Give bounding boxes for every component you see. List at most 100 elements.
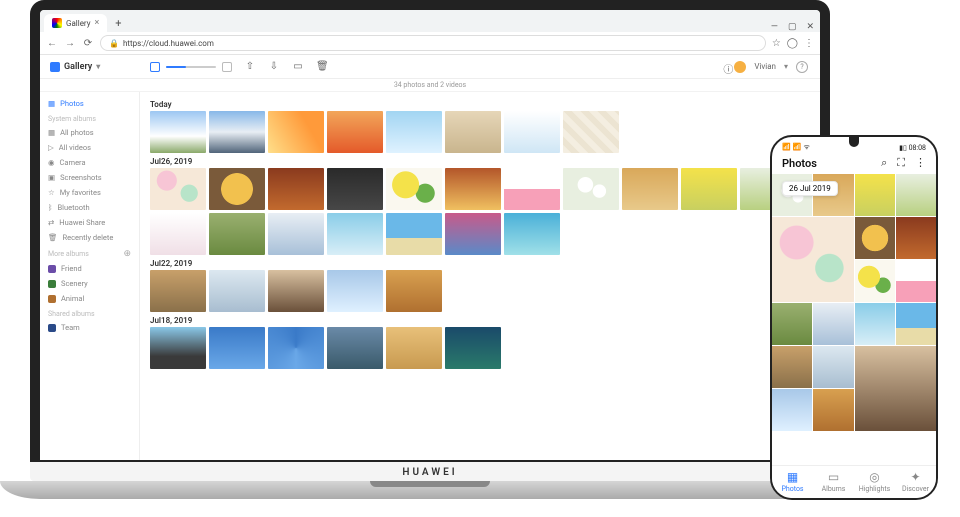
sidebar-item-favorites[interactable]: ☆My favorites — [40, 185, 139, 200]
browser-tab[interactable]: Gallery × — [44, 14, 107, 32]
bluetooth-icon: ᛒ — [48, 203, 53, 212]
account-icon[interactable]: ◯ — [787, 38, 798, 49]
photo-thumbnail[interactable] — [327, 213, 383, 255]
sidebar-item-huawei-share[interactable]: ⇄Huawei Share — [40, 215, 139, 230]
window-minimize-icon[interactable]: — — [771, 22, 778, 32]
photo-thumbnail[interactable] — [386, 168, 442, 210]
photo-thumbnail[interactable] — [813, 346, 853, 388]
view-list-icon[interactable] — [150, 62, 160, 72]
photo-thumbnail[interactable] — [681, 168, 737, 210]
photo-thumbnail[interactable] — [327, 327, 383, 369]
photo-thumbnail[interactable] — [813, 389, 853, 431]
photo-thumbnail[interactable] — [209, 168, 265, 210]
photo-thumbnail[interactable] — [855, 303, 895, 345]
photo-thumbnail[interactable] — [386, 111, 442, 153]
photo-thumbnail[interactable] — [268, 111, 324, 153]
delete-icon[interactable]: 🗑 — [316, 61, 328, 73]
photo-thumbnail[interactable] — [268, 270, 324, 312]
photo-thumbnail[interactable] — [386, 213, 442, 255]
laptop-base — [0, 481, 860, 499]
bookmark-icon[interactable]: ☆ — [772, 38, 781, 49]
sidebar-item-all-videos[interactable]: ▷All videos — [40, 140, 139, 155]
photo-thumbnail[interactable] — [772, 346, 812, 388]
photo-thumbnail[interactable] — [504, 168, 560, 210]
photo-thumbnail[interactable] — [386, 327, 442, 369]
sidebar-item-recently-deleted[interactable]: 🗑Recently delete — [40, 230, 139, 245]
photo-thumbnail[interactable] — [563, 111, 619, 153]
nav-back-icon[interactable]: ← — [46, 38, 58, 49]
photo-thumbnail[interactable] — [209, 213, 265, 255]
nav-forward-icon[interactable]: → — [64, 38, 76, 49]
photo-thumbnail[interactable] — [150, 111, 206, 153]
photo-thumbnail[interactable] — [813, 303, 853, 345]
photo-thumbnail[interactable] — [772, 389, 812, 431]
new-tab-button[interactable]: + — [109, 14, 127, 32]
photo-thumbnail[interactable] — [268, 327, 324, 369]
photo-thumbnail[interactable] — [855, 174, 895, 216]
photo-thumbnail[interactable] — [855, 217, 895, 259]
photo-thumbnail[interactable] — [896, 174, 936, 216]
nav-discover[interactable]: ✦ Discover — [895, 466, 936, 498]
photo-thumbnail[interactable] — [772, 303, 812, 345]
browser-menu-icon[interactable]: ⋮ — [804, 38, 814, 49]
more-icon[interactable]: ⋮ — [915, 156, 926, 170]
photo-thumbnail[interactable] — [150, 327, 206, 369]
photo-thumbnail[interactable] — [150, 213, 206, 255]
sidebar-item-camera[interactable]: ◉Camera — [40, 155, 139, 170]
help-icon[interactable]: ? — [796, 61, 808, 73]
nav-photos[interactable]: ▦ Photos — [772, 466, 813, 498]
sidebar-item-photos[interactable]: ▦ Photos — [40, 96, 139, 111]
photo-thumbnail[interactable] — [896, 303, 936, 345]
photo-thumbnail[interactable] — [327, 168, 383, 210]
photo-thumbnail[interactable] — [268, 168, 324, 210]
sidebar-item-all-photos[interactable]: ▦All photos — [40, 125, 139, 140]
app-title-area[interactable]: Gallery ▾ — [40, 62, 140, 72]
photo-thumbnail[interactable] — [896, 260, 936, 302]
window-close-icon[interactable]: ✕ — [806, 22, 814, 32]
sidebar-item-animal[interactable]: Animal — [40, 291, 139, 306]
photo-thumbnail[interactable] — [445, 168, 501, 210]
photo-thumbnail[interactable] — [622, 168, 678, 210]
map-icon[interactable]: ⛶ — [897, 156, 905, 170]
photo-thumbnail[interactable] — [855, 346, 937, 431]
photo-thumbnail[interactable] — [209, 111, 265, 153]
sidebar-item-scenery[interactable]: Scenery — [40, 276, 139, 291]
sidebar-item-bluetooth[interactable]: ᛒBluetooth — [40, 200, 139, 215]
sidebar-item-friend[interactable]: Friend — [40, 261, 139, 276]
photo-thumbnail[interactable] — [504, 111, 560, 153]
sidebar-item-team[interactable]: Team — [40, 320, 139, 335]
photo-thumbnail[interactable] — [855, 260, 895, 302]
search-icon[interactable]: ⌕ — [881, 156, 887, 170]
photo-thumbnail[interactable] — [209, 327, 265, 369]
photo-thumbnail[interactable] — [445, 213, 501, 255]
photo-thumbnail[interactable] — [445, 111, 501, 153]
photo-thumbnail[interactable] — [268, 213, 324, 255]
window-maximize-icon[interactable]: ▢ — [788, 22, 797, 32]
nav-reload-icon[interactable]: ⟳ — [82, 38, 94, 49]
move-icon[interactable]: ▭ — [292, 61, 304, 73]
photo-thumbnail[interactable] — [327, 111, 383, 153]
photo-thumbnail[interactable] — [563, 168, 619, 210]
photo-thumbnail[interactable] — [150, 270, 206, 312]
photo-thumbnail[interactable] — [772, 217, 854, 302]
sidebar-item-screenshots[interactable]: ▣Screenshots — [40, 170, 139, 185]
photo-thumbnail[interactable] — [209, 270, 265, 312]
nav-highlights[interactable]: ◎ Highlights — [854, 466, 895, 498]
add-album-icon[interactable]: ⊕ — [123, 249, 131, 259]
photo-thumbnail[interactable] — [327, 270, 383, 312]
upload-icon[interactable]: ⇧ — [244, 61, 256, 73]
photo-thumbnail[interactable] — [504, 213, 560, 255]
photo-thumbnail[interactable] — [386, 270, 442, 312]
info-icon[interactable]: ⓘ — [722, 61, 734, 73]
download-icon[interactable]: ⇩ — [268, 61, 280, 73]
photo-thumbnail[interactable] — [150, 168, 206, 210]
photo-thumbnail[interactable] — [445, 327, 501, 369]
thumbnail-size-slider[interactable] — [166, 66, 216, 68]
photo-thumbnail[interactable] — [896, 217, 936, 259]
user-name[interactable]: Vivian — [754, 62, 776, 71]
nav-albums[interactable]: ▭ Albums — [813, 466, 854, 498]
url-input[interactable]: 🔒 https://cloud.huawei.com — [100, 35, 766, 51]
tab-close-icon[interactable]: × — [95, 18, 100, 28]
view-grid-icon[interactable] — [222, 62, 232, 72]
user-avatar[interactable] — [734, 61, 746, 73]
